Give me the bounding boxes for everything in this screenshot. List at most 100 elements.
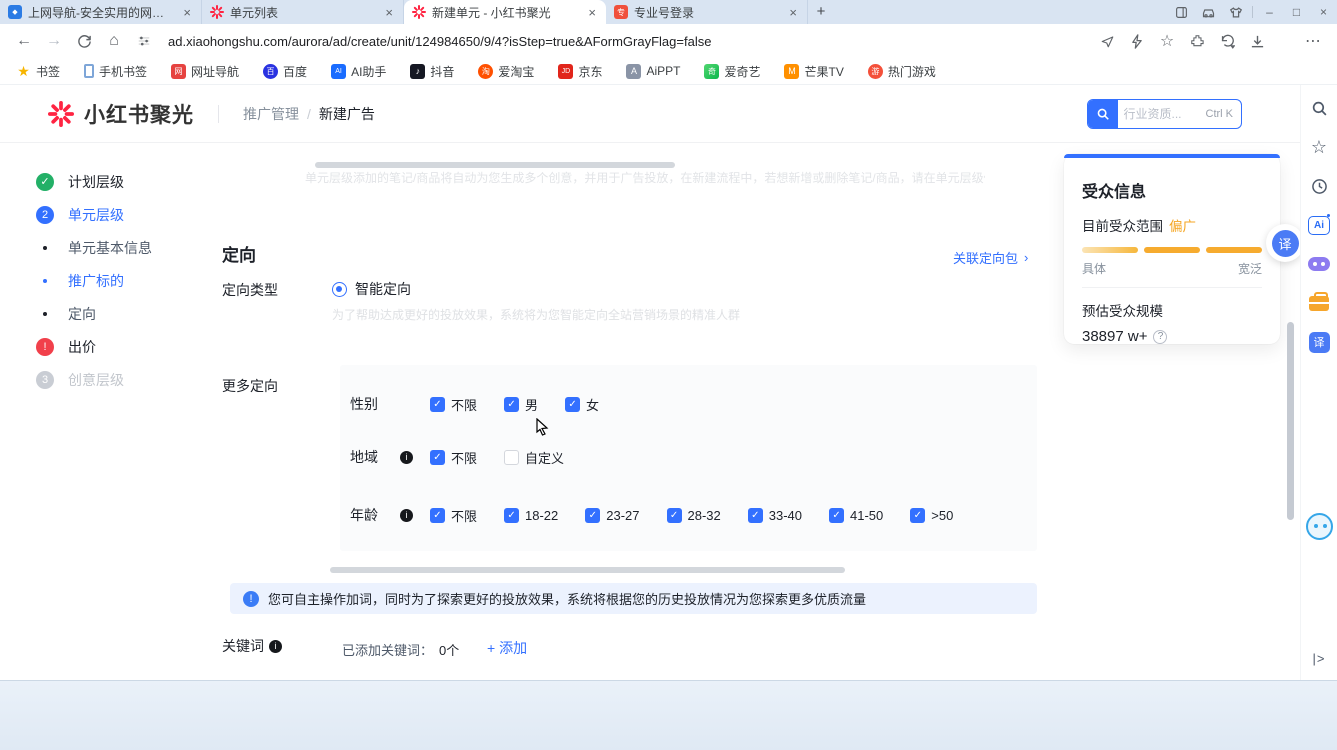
search-input[interactable] xyxy=(1118,100,1206,128)
download-icon[interactable] xyxy=(1243,28,1271,54)
add-keyword-button[interactable]: + 添加 xyxy=(487,638,527,658)
step-bidding[interactable]: !出价 xyxy=(36,330,205,363)
help-icon[interactable]: ? xyxy=(1153,330,1167,344)
checkbox-option[interactable]: 18-22 xyxy=(504,508,558,523)
checkbox-option[interactable]: 男 xyxy=(504,395,538,414)
url-text[interactable]: ad.xiaohongshu.com/aurora/ad/create/unit… xyxy=(160,34,1091,49)
step-unit-basic-info[interactable]: 单元基本信息 xyxy=(36,231,205,264)
bookmark-item[interactable]: 爱淘宝 xyxy=(478,63,534,80)
bookmark-item[interactable]: AI助手 xyxy=(331,63,386,80)
more-menu-icon[interactable]: ⋯ xyxy=(1299,28,1327,54)
share-icon[interactable] xyxy=(1093,28,1121,54)
checkbox-checked-icon[interactable] xyxy=(504,508,519,523)
close-tab-icon[interactable]: × xyxy=(787,5,799,20)
checkbox-checked-icon[interactable] xyxy=(829,508,844,523)
bookmark-item[interactable]: AiPPT xyxy=(626,64,680,79)
checkbox-option[interactable]: >50 xyxy=(910,508,953,523)
bookmark-item[interactable]: 书签 xyxy=(16,63,60,80)
checkbox-option[interactable]: 不限 xyxy=(430,506,477,525)
checkbox-checked-icon[interactable] xyxy=(748,508,763,523)
tab-pro-login[interactable]: 专业号登录 × xyxy=(606,0,808,24)
translate-panel-icon[interactable]: 译 xyxy=(1308,331,1330,353)
home-icon[interactable]: ⌂ xyxy=(100,28,128,54)
search-icon[interactable] xyxy=(1088,100,1118,128)
checkbox-unchecked-icon[interactable] xyxy=(504,450,519,465)
ai-assistant-icon xyxy=(331,64,346,79)
new-tab-button[interactable]: + xyxy=(808,0,834,24)
refresh-icon[interactable] xyxy=(70,28,98,54)
collapse-sidebar-icon[interactable]: |> xyxy=(1313,651,1326,666)
page-scrollbar[interactable] xyxy=(1287,322,1294,520)
minimize-button[interactable]: – xyxy=(1256,0,1283,24)
horizontal-scrollbar[interactable] xyxy=(315,162,675,168)
step-plan-level[interactable]: ✓计划层级 xyxy=(36,165,205,198)
bookmark-label: 手机书签 xyxy=(99,63,147,80)
theme-skin-icon[interactable] xyxy=(1222,0,1249,24)
back-icon[interactable]: ← xyxy=(10,28,38,54)
car-mode-icon[interactable] xyxy=(1195,0,1222,24)
bookmark-item[interactable]: 手机书签 xyxy=(84,63,147,80)
reading-mode-icon[interactable] xyxy=(1168,0,1195,24)
checkbox-checked-icon[interactable] xyxy=(430,508,445,523)
breadcrumb-section[interactable]: 推广管理 xyxy=(243,104,299,124)
checkbox-checked-icon[interactable] xyxy=(585,508,600,523)
step-targeting[interactable]: 定向 xyxy=(36,297,205,330)
step-unit-level[interactable]: 2单元层级 xyxy=(36,198,205,231)
translate-icon[interactable]: 译 xyxy=(1272,230,1299,257)
history-clock-icon[interactable] xyxy=(1308,175,1330,197)
radio-selected-icon[interactable] xyxy=(332,282,347,297)
performance-icon[interactable] xyxy=(1123,28,1151,54)
associate-targeting-pack-link[interactable]: 关联定向包› xyxy=(953,248,1028,267)
checkbox-checked-icon[interactable] xyxy=(430,397,445,412)
checkbox-checked-icon[interactable] xyxy=(667,508,682,523)
checkbox-option[interactable]: 女 xyxy=(565,395,599,414)
favorite-star-icon[interactable]: ☆ xyxy=(1153,28,1181,54)
tab-unit-list[interactable]: 单元列表 × xyxy=(202,0,404,24)
checkbox-checked-icon[interactable] xyxy=(565,397,580,412)
close-window-button[interactable]: × xyxy=(1310,0,1337,24)
maximize-button[interactable]: □ xyxy=(1283,0,1310,24)
ai-panel-icon[interactable]: Ai xyxy=(1308,214,1330,236)
step-promotion-target[interactable]: 推广标的 xyxy=(36,264,205,297)
tab-new-unit-active[interactable]: 新建单元 - 小红书聚光 × xyxy=(404,0,606,24)
info-icon[interactable] xyxy=(400,451,413,464)
bookmark-label: AiPPT xyxy=(646,64,680,78)
bookmark-item[interactable]: 京东 xyxy=(558,63,602,80)
bookmark-item[interactable]: 芒果TV xyxy=(784,63,843,80)
tab-nav-site[interactable]: 上网导航-安全实用的网址导航 × xyxy=(0,0,202,24)
checkbox-option[interactable]: 33-40 xyxy=(748,508,802,523)
history-restore-icon[interactable] xyxy=(1213,28,1241,54)
header-search[interactable]: Ctrl K xyxy=(1087,99,1243,129)
close-tab-icon[interactable]: × xyxy=(181,5,193,20)
info-icon[interactable] xyxy=(269,640,282,653)
favorites-star-icon[interactable]: ☆ xyxy=(1308,136,1330,158)
checkbox-checked-icon[interactable] xyxy=(504,397,519,412)
smart-targeting-radio[interactable]: 智能定向 xyxy=(332,279,411,299)
checkbox-option[interactable]: 不限 xyxy=(430,395,477,414)
games-icon[interactable] xyxy=(1308,253,1330,275)
checkbox-option[interactable]: 41-50 xyxy=(829,508,883,523)
workspace-icon[interactable] xyxy=(1308,292,1330,314)
extensions-icon[interactable] xyxy=(1183,28,1211,54)
step-creative-level[interactable]: 3创意层级 xyxy=(36,363,205,396)
checkbox-checked-icon[interactable] xyxy=(430,450,445,465)
bookmark-item[interactable]: 网址导航 xyxy=(171,63,239,80)
search-icon[interactable] xyxy=(1308,97,1330,119)
translate-floating-badge[interactable]: 译 xyxy=(1266,224,1304,262)
close-tab-icon[interactable]: × xyxy=(383,5,395,20)
close-tab-icon[interactable]: × xyxy=(586,5,598,20)
checkbox-option[interactable]: 自定义 xyxy=(504,448,564,467)
site-info-icon[interactable] xyxy=(130,28,158,54)
forward-icon[interactable]: → xyxy=(40,28,68,54)
bookmark-item[interactable]: 热门游戏 xyxy=(868,63,936,80)
bookmark-item[interactable]: 百度 xyxy=(263,63,307,80)
checkbox-option[interactable]: 28-32 xyxy=(667,508,721,523)
bookmark-item[interactable]: 爱奇艺 xyxy=(704,63,760,80)
chat-assistant-icon[interactable] xyxy=(1306,513,1333,540)
checkbox-option[interactable]: 不限 xyxy=(430,448,477,467)
info-icon[interactable] xyxy=(400,509,413,522)
checkbox-checked-icon[interactable] xyxy=(910,508,925,523)
bookmark-item[interactable]: 抖音 xyxy=(410,63,454,80)
checkbox-option[interactable]: 23-27 xyxy=(585,508,639,523)
horizontal-scrollbar[interactable] xyxy=(330,567,845,573)
